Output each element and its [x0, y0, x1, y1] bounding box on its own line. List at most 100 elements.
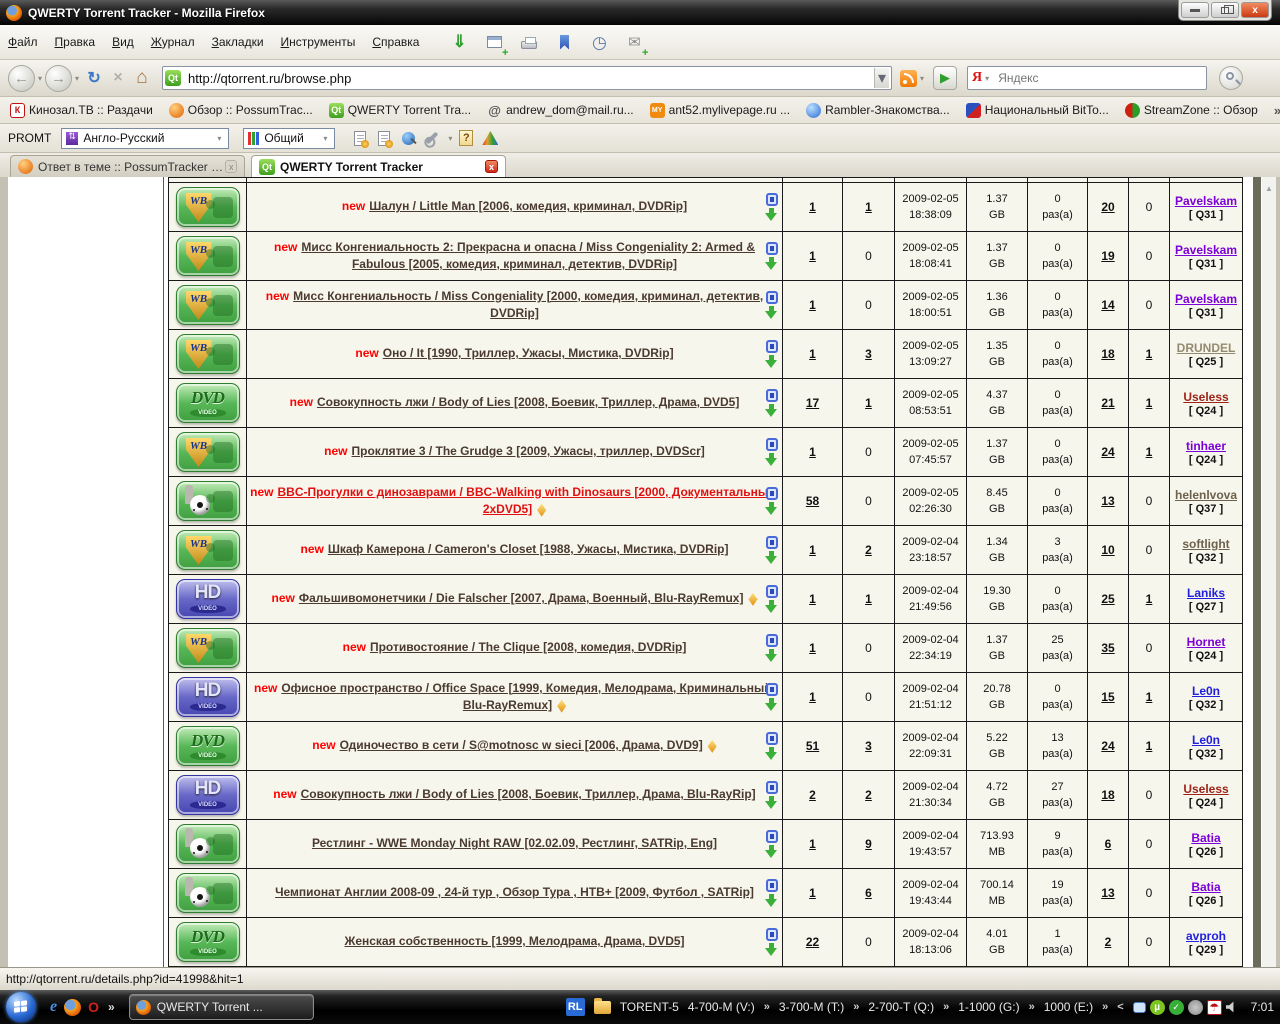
seeders-link[interactable]: 1 [809, 200, 816, 214]
tab-close-icon[interactable]: x [225, 160, 237, 173]
gray-tray-icon[interactable] [1187, 999, 1203, 1015]
bookmark-icon[interactable] [551, 29, 577, 55]
search-icon[interactable] [1219, 66, 1244, 90]
torrent-title-link[interactable]: Женская собственность [1999, Мелодрама, … [344, 934, 684, 948]
menu-item[interactable]: Справка [372, 35, 419, 49]
promt-help-icon[interactable]: ? [455, 127, 477, 149]
seeders-link[interactable]: 1 [809, 886, 816, 900]
replies-link[interactable]: 15 [1101, 690, 1114, 704]
download-icon[interactable] [765, 649, 778, 662]
seeders-link[interactable]: 1 [809, 298, 816, 312]
torrent-title-link[interactable]: Противостояние / The Clique [2008, комед… [370, 640, 686, 654]
rss-dropdown-icon[interactable]: ▾ [920, 74, 924, 83]
leechers-link[interactable]: 0 [865, 249, 872, 263]
uploader-link[interactable]: tinhaer [1186, 439, 1226, 453]
replies-link[interactable]: 24 [1101, 445, 1114, 459]
search-engine-dropdown-icon[interactable]: ▾ [985, 74, 989, 83]
avira-tray-icon[interactable]: ☂ [1206, 999, 1222, 1015]
torrent-file-icon[interactable] [765, 928, 778, 941]
url-input[interactable] [186, 69, 875, 87]
num2-link[interactable]: 0 [1146, 837, 1153, 851]
num2-link[interactable]: 0 [1146, 200, 1153, 214]
download-icon[interactable] [765, 600, 778, 613]
bookmark-item[interactable]: Обзор :: PossumTrac... [168, 102, 313, 118]
num2-link[interactable]: 0 [1146, 494, 1153, 508]
leechers-link[interactable]: 2 [865, 788, 872, 802]
torrent-title-link[interactable]: Шкаф Камерона / Cameron's Closet [1988, … [328, 542, 729, 556]
bookmark-item[interactable]: Rambler-Знакомства... [806, 102, 950, 118]
active-tab-close-icon[interactable]: x [485, 160, 498, 173]
drive-overflow-icon[interactable]: » [1102, 1001, 1108, 1013]
bookmark-item[interactable]: StreamZone :: Обзор [1124, 102, 1258, 118]
replies-link[interactable]: 6 [1105, 837, 1112, 851]
num2-link[interactable]: 1 [1146, 739, 1153, 753]
torrent-title-link[interactable]: Проклятие 3 / The Grudge 3 [2009, Ужасы,… [352, 444, 705, 458]
menu-item[interactable]: Инструменты [281, 35, 356, 49]
language-indicator[interactable]: RL [565, 998, 585, 1016]
tab-possumtracker[interactable]: Ответ в теме :: PossumTracker @ Big... x [10, 155, 245, 177]
promt-tools-icon[interactable] [421, 127, 443, 149]
torrent-title-link[interactable]: Оно / It [1990, Триллер, Ужасы, Мистика,… [383, 346, 674, 360]
num2-link[interactable]: 0 [1146, 886, 1153, 900]
torrent-title-link[interactable]: Мисс Конгениальность / Miss Congeniality… [293, 289, 763, 320]
uploader-link[interactable]: softlight [1182, 537, 1229, 551]
num2-link[interactable]: 1 [1146, 347, 1153, 361]
download-icon[interactable] [765, 404, 778, 417]
seeders-link[interactable]: 1 [809, 690, 816, 704]
new-window-icon[interactable]: + [481, 29, 508, 59]
back-button[interactable]: ← [8, 64, 35, 92]
replies-link[interactable]: 25 [1101, 592, 1114, 606]
torrent-title-link[interactable]: Совокупность лжи / Body of Lies [2008, Б… [301, 787, 756, 801]
torrent-file-icon[interactable] [765, 879, 778, 892]
menu-item[interactable]: Файл [8, 35, 38, 49]
torrent-title-link[interactable]: Шалун / Little Man [2006, комедия, крими… [369, 199, 687, 213]
torrent-file-icon[interactable] [765, 781, 778, 794]
url-history-dropdown-icon[interactable]: ▾ [874, 68, 890, 88]
menu-item[interactable]: Закладки [212, 35, 264, 49]
history-icon[interactable]: ◷ [586, 29, 612, 55]
network-tray-icon[interactable] [1132, 1001, 1146, 1013]
uploader-link[interactable]: Laniks [1187, 586, 1225, 600]
leechers-link[interactable]: 2 [865, 543, 872, 557]
minimize-button[interactable] [1181, 2, 1209, 18]
tab-qwerty-tracker[interactable]: Qt QWERTY Torrent Tracker x [251, 155, 506, 177]
leechers-link[interactable]: 0 [865, 690, 872, 704]
replies-link[interactable]: 14 [1101, 298, 1114, 312]
utorrent-tray-icon[interactable]: µ [1149, 999, 1165, 1015]
uploader-link[interactable]: Useless [1183, 782, 1228, 796]
replies-link[interactable]: 18 [1101, 347, 1114, 361]
uploader-link[interactable]: Pavelskam [1175, 243, 1237, 257]
firefox-quicklaunch-icon[interactable] [64, 998, 82, 1016]
restore-button[interactable] [1211, 2, 1239, 18]
leechers-link[interactable]: 0 [865, 494, 872, 508]
go-button[interactable]: ▶ [933, 66, 958, 90]
menu-item[interactable]: Журнал [151, 35, 195, 49]
torrent-file-icon[interactable] [765, 683, 778, 696]
num2-link[interactable]: 1 [1146, 592, 1153, 606]
leechers-link[interactable]: 3 [865, 739, 872, 753]
taskbar-window-button[interactable]: QWERTY Torrent ... [128, 994, 314, 1020]
drive-shortcut[interactable]: 2-700-T (Q:) [868, 1000, 934, 1014]
seeders-link[interactable]: 2 [809, 788, 816, 802]
seeders-link[interactable]: 1 [809, 592, 816, 606]
seeders-link[interactable]: 1 [809, 249, 816, 263]
torrent-title-link[interactable]: Офисное пространство / Office Space [199… [281, 681, 775, 712]
download-icon[interactable] [765, 502, 778, 515]
torrent-file-icon[interactable] [765, 585, 778, 598]
uploader-link[interactable]: Batia [1191, 831, 1220, 845]
url-bar[interactable]: Qt ▾ [162, 66, 893, 90]
search-input[interactable] [996, 70, 1203, 86]
translate-selection-icon[interactable] [373, 127, 395, 149]
replies-link[interactable]: 10 [1101, 543, 1114, 557]
replies-link[interactable]: 2 [1105, 935, 1112, 949]
seeders-link[interactable]: 51 [806, 739, 819, 753]
num2-link[interactable]: 0 [1146, 543, 1153, 557]
taskbar-folder-label[interactable]: TORENT-5 [620, 1000, 679, 1014]
promt-profile-select[interactable]: Общий ▾ [243, 127, 336, 149]
download-icon[interactable] [765, 698, 778, 711]
bookmarks-overflow-icon[interactable]: » [1274, 103, 1280, 118]
num2-link[interactable]: 0 [1146, 788, 1153, 802]
download-icon[interactable] [765, 257, 778, 270]
leechers-link[interactable]: 0 [865, 445, 872, 459]
download-icon[interactable] [765, 453, 778, 466]
